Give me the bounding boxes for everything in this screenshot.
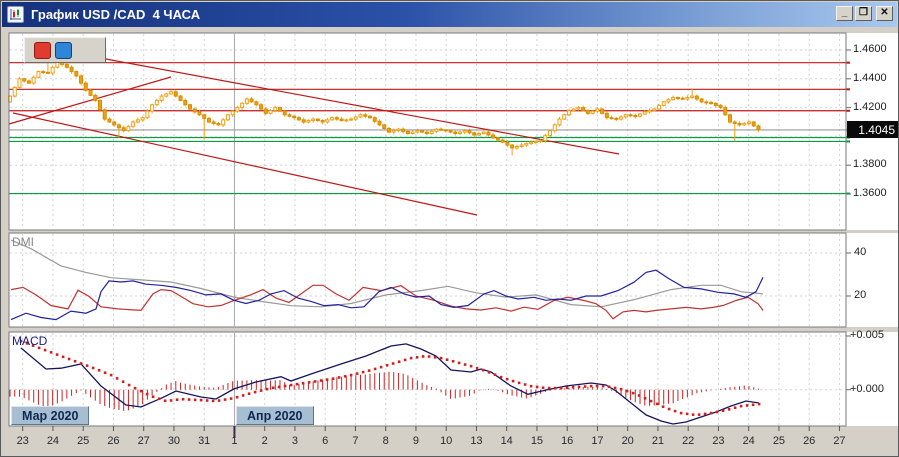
chart-canvas[interactable] (1, 1, 899, 457)
chart-toolbar (24, 37, 106, 63)
month-label-apr: Апр 2020 (236, 406, 314, 425)
chart-window: График USD /CAD 4 ЧАСА _ ❐ ✕ 1.4600 1.440… (0, 0, 899, 457)
current-price-tag: 1.4045 (847, 121, 898, 138)
blue-marker-button[interactable] (55, 41, 72, 59)
red-marker-button[interactable] (34, 41, 51, 59)
month-label-mar: Мар 2020 (11, 406, 90, 425)
